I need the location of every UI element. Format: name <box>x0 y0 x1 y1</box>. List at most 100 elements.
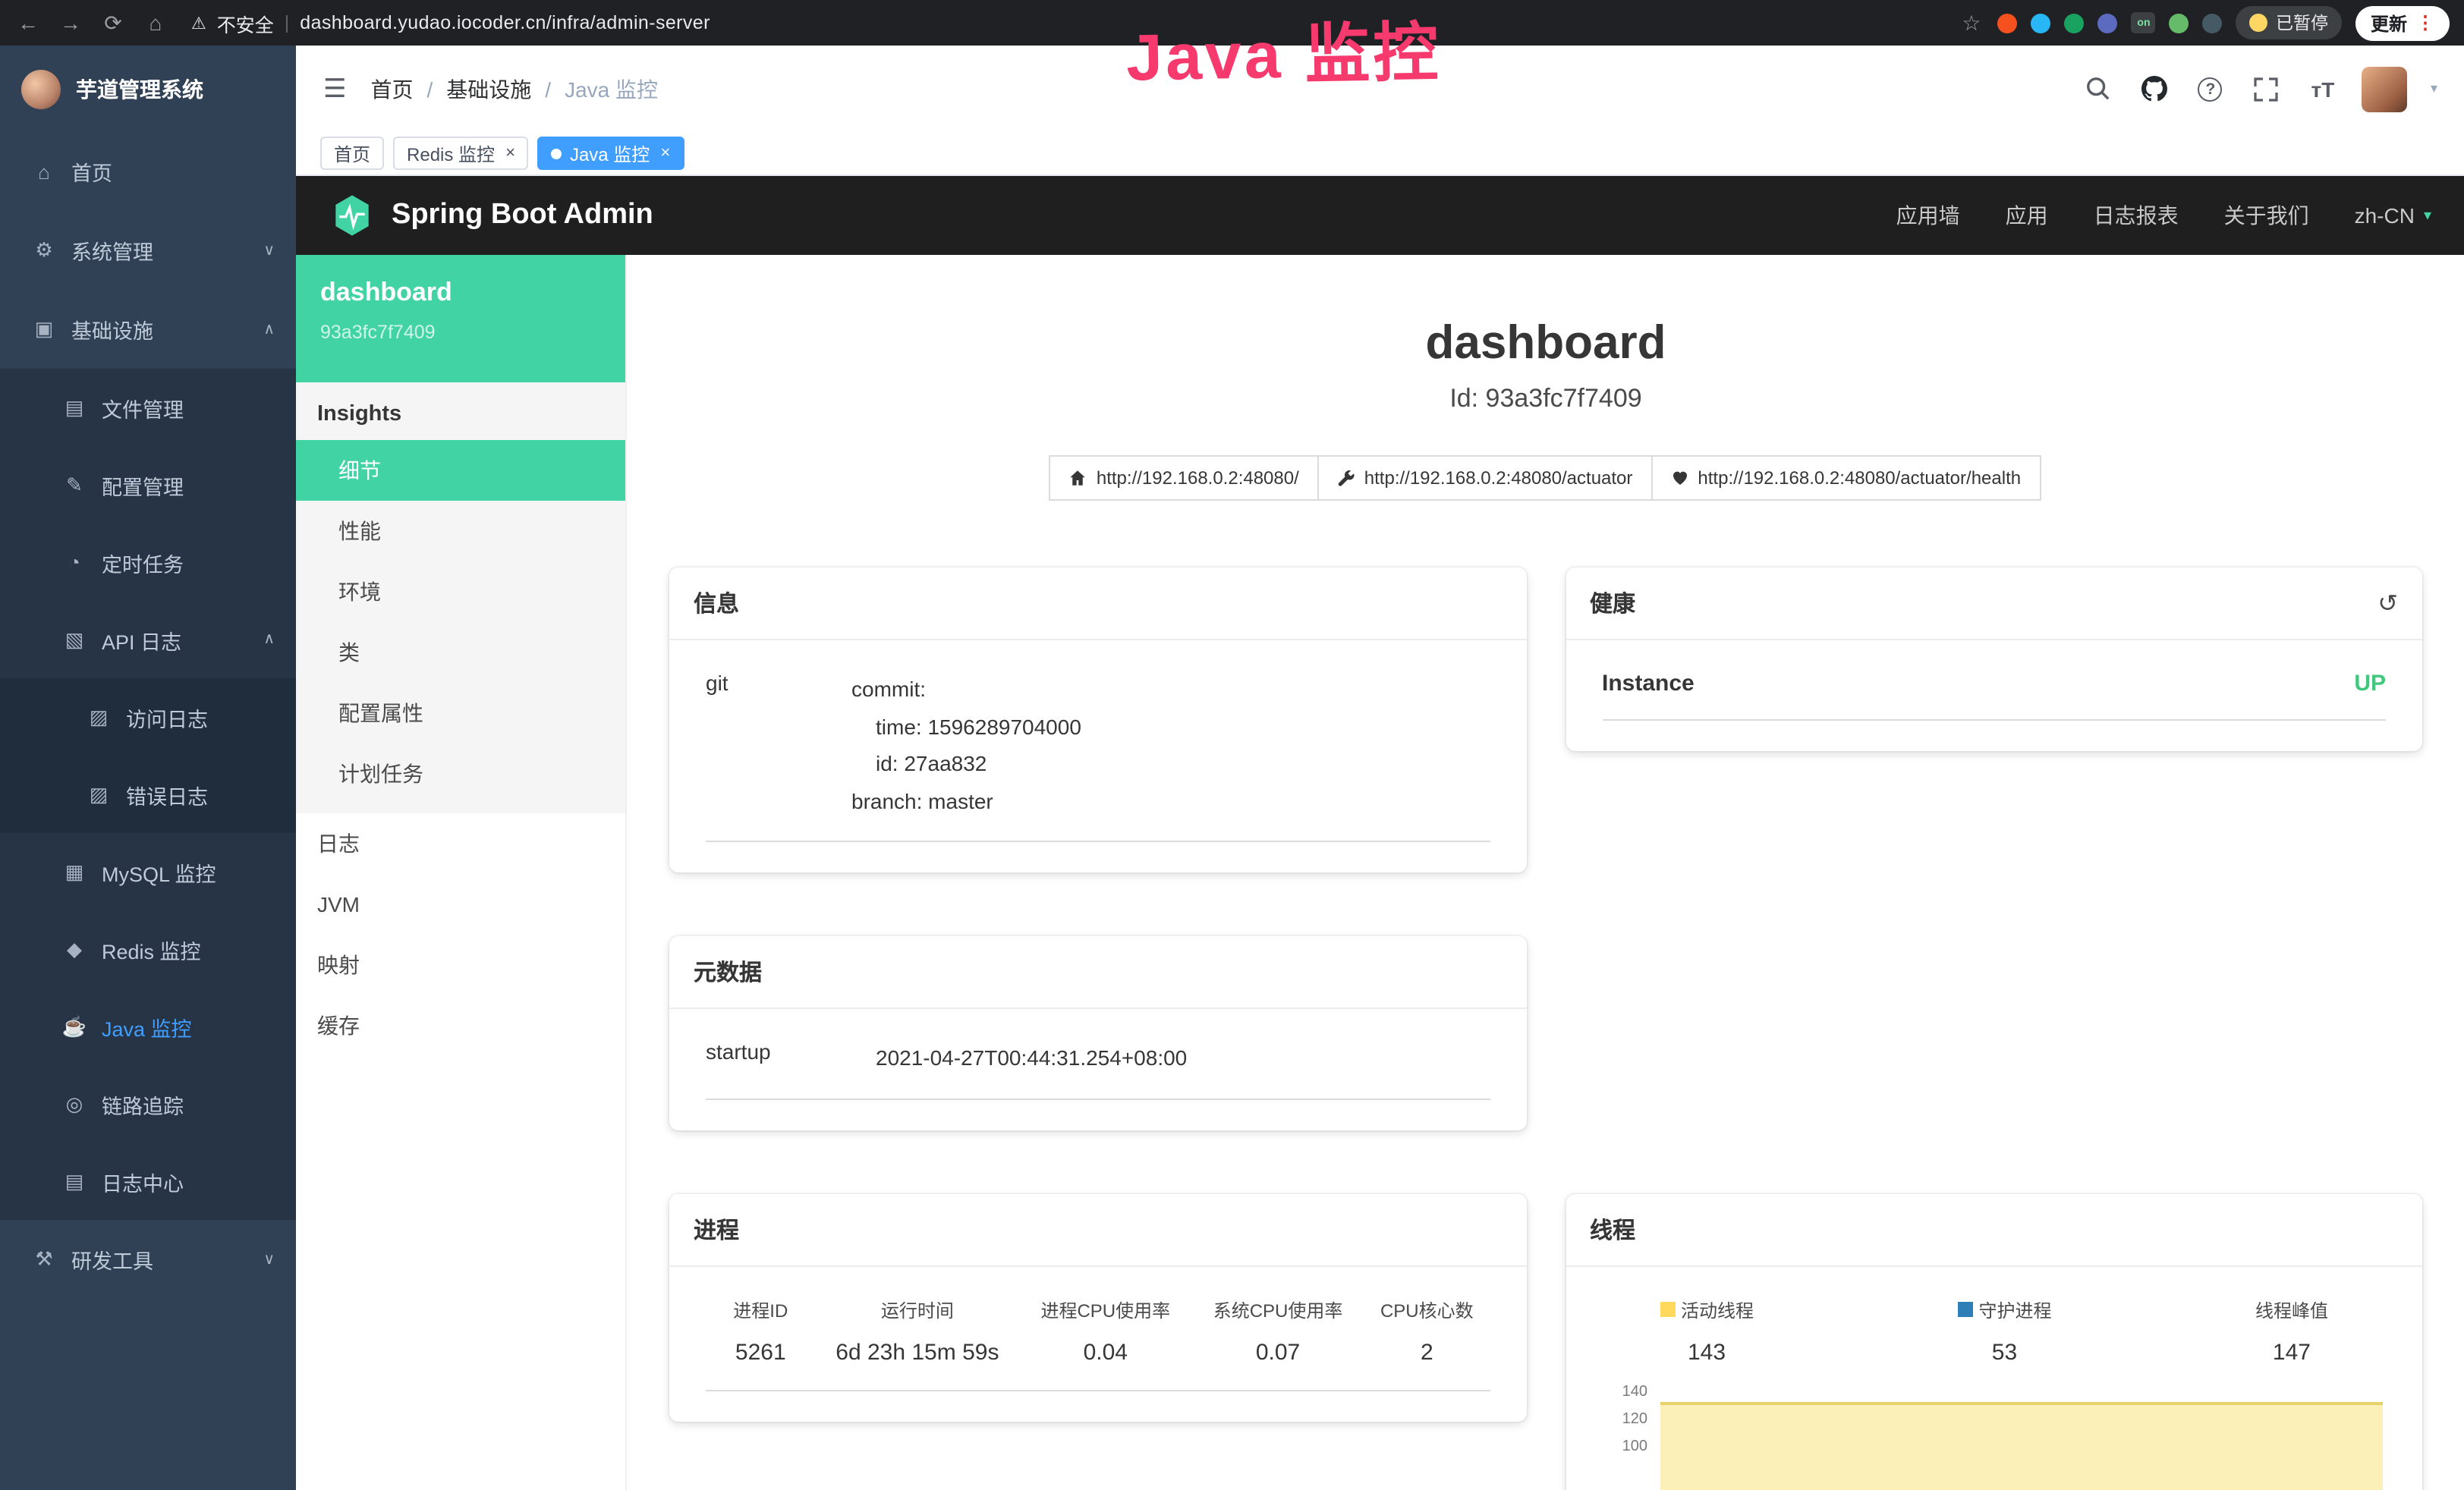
sidebar-item-file-manage[interactable]: ▤ 文件管理 <box>0 369 296 446</box>
address-url[interactable]: dashboard.yudao.iocoder.cn/infra/admin-s… <box>300 12 710 33</box>
app-logo[interactable]: 芋道管理系统 <box>0 46 296 132</box>
status-badge: UP <box>2354 671 2386 696</box>
locale-label: zh-CN <box>2355 203 2415 228</box>
sidebar-item-java-monitor[interactable]: ☕ Java 监控 <box>0 988 296 1065</box>
history-icon[interactable]: ↺ <box>2377 588 2398 618</box>
extension-icon-1[interactable] <box>1998 13 2018 33</box>
sba-menu-logs[interactable]: 日志 <box>296 813 625 874</box>
error-log-icon: ▨ <box>85 782 112 806</box>
access-log-icon: ▨ <box>85 705 112 729</box>
paused-chip[interactable]: 已暂停 <box>2236 6 2342 39</box>
sba-menu-metrics[interactable]: 性能 <box>296 501 625 561</box>
page-title: dashboard <box>627 316 2464 370</box>
sidebar-item-redis-monitor[interactable]: ◆ Redis 监控 <box>0 910 296 988</box>
sidebar-item-trace[interactable]: ◎ 链路追踪 <box>0 1065 296 1143</box>
legend-value: 147 <box>2255 1339 2328 1365</box>
java-icon: ☕ <box>61 1014 88 1039</box>
actuator-url-link[interactable]: http://192.168.0.2:48080/actuator <box>1317 455 1653 501</box>
close-icon[interactable]: × <box>660 144 670 162</box>
security-chip[interactable]: ⚠ 不安全 | dashboard.yudao.iocoder.cn/infra… <box>191 8 710 37</box>
sidebar-item-api-log[interactable]: ▧ API 日志 ∧ <box>0 601 296 678</box>
breadcrumb-infrastructure[interactable]: 基础设施 <box>446 74 531 104</box>
sba-nav-journal[interactable]: 日志报表 <box>2094 200 2179 231</box>
service-url-link[interactable]: http://192.168.0.2:48080/ <box>1049 455 1319 501</box>
breadcrumb-home[interactable]: 首页 <box>371 74 414 104</box>
actuator-url-label: http://192.168.0.2:48080/actuator <box>1364 467 1633 489</box>
forward-icon[interactable]: → <box>58 11 83 35</box>
github-icon[interactable] <box>2138 72 2171 105</box>
extension-on-badge[interactable]: on <box>2132 12 2156 33</box>
health-card-body: Instance UP <box>1566 640 2422 751</box>
sidebar-item-error-log[interactable]: ▨ 错误日志 <box>0 756 296 833</box>
breadcrumb-separator: / <box>427 77 433 101</box>
legend-daemon-threads: 守护进程 53 <box>1957 1297 2051 1365</box>
sidebar-item-label: MySQL 监控 <box>102 857 216 887</box>
help-icon-glyph: ? <box>2198 77 2223 101</box>
fullscreen-icon[interactable] <box>2250 72 2283 105</box>
metadata-key: startup <box>706 1039 876 1077</box>
user-avatar[interactable] <box>2362 66 2408 112</box>
health-url-link[interactable]: http://192.168.0.2:48080/actuator/health <box>1651 455 2041 501</box>
close-icon[interactable]: × <box>505 144 515 162</box>
viewport: ← → ⟳ ⌂ ⚠ 不安全 | dashboard.yudao.iocoder.… <box>0 0 2464 1490</box>
sidebar-item-label: 研发工具 <box>71 1244 153 1275</box>
font-size-icon[interactable]: тT <box>2306 72 2340 105</box>
info-card-body: git commit: time: 1596289704000 id: 27aa… <box>669 640 1526 872</box>
extension-icon-4[interactable] <box>2098 13 2118 33</box>
sba-nav-wallboard[interactable]: 应用墙 <box>1896 200 1960 231</box>
tab-redis-monitor[interactable]: Redis 监控 × <box>393 137 529 170</box>
home-nav-icon[interactable]: ⌂ <box>143 11 168 35</box>
sidebar-item-dev-tools[interactable]: ⚒ 研发工具 ∨ <box>0 1220 296 1299</box>
update-button[interactable]: 更新 ⋮ <box>2355 5 2450 40</box>
tab-java-monitor[interactable]: Java 监控 × <box>538 137 684 170</box>
sba-nav-applications[interactable]: 应用 <box>2006 200 2048 231</box>
locale-selector[interactable]: zh-CN ▾ <box>2355 203 2431 228</box>
sidebar-item-home[interactable]: ⌂ 首页 <box>0 132 296 211</box>
sba-menu-config-props[interactable]: 配置属性 <box>296 683 625 743</box>
sba-menu-classes[interactable]: 类 <box>296 622 625 683</box>
sba-nav-about[interactable]: 关于我们 <box>2224 200 2309 231</box>
sba-menu-jvm[interactable]: JVM <box>296 874 625 935</box>
sidebar-item-system[interactable]: ⚙ 系统管理 ∨ <box>0 211 296 290</box>
avatar-caret-icon[interactable]: ▾ <box>2431 80 2437 97</box>
stat-value: 0.07 <box>1191 1339 1364 1365</box>
browser-menu-icon[interactable]: ⋮ <box>2416 12 2434 33</box>
stat-label: 系统CPU使用率 <box>1191 1297 1364 1322</box>
stat-label: 进程ID <box>706 1297 816 1322</box>
fullscreen-icon-svg <box>2255 77 2279 101</box>
sidebar-item-infrastructure[interactable]: ▣ 基础设施 ∧ <box>0 290 296 369</box>
threads-chart: 140 120 100 <box>1602 1389 2386 1490</box>
y-axis-tick: 100 <box>1602 1438 1647 1454</box>
extension-icon-6[interactable] <box>2203 13 2223 33</box>
sidebar-item-access-log[interactable]: ▨ 访问日志 <box>0 678 296 756</box>
breadcrumb-separator: / <box>545 77 551 101</box>
service-url-label: http://192.168.0.2:48080/ <box>1097 467 1299 489</box>
sidebar-item-scheduled-task[interactable]: ◔ 定时任务 <box>0 523 296 601</box>
extension-icon-2[interactable] <box>2031 13 2051 33</box>
sidebar-item-mysql-monitor[interactable]: ▦ MySQL 监控 <box>0 833 296 910</box>
help-icon[interactable]: ? <box>2194 72 2227 105</box>
sba-menu-mappings[interactable]: 映射 <box>296 935 625 995</box>
tab-home[interactable]: 首页 <box>320 137 384 170</box>
search-icon[interactable] <box>2082 72 2115 105</box>
file-icon: ▤ <box>61 395 88 420</box>
back-icon[interactable]: ← <box>15 11 41 35</box>
extension-icon-5[interactable] <box>2170 13 2189 33</box>
sba-menu-scheduled-tasks[interactable]: 计划任务 <box>296 743 625 804</box>
sidebar-item-config-manage[interactable]: ✎ 配置管理 <box>0 446 296 523</box>
menu-fold-icon[interactable]: ☰ <box>323 74 347 104</box>
instance-header[interactable]: dashboard 93a3fc7f7409 <box>296 255 625 382</box>
sba-menu-caches[interactable]: 缓存 <box>296 995 625 1056</box>
infrastructure-icon: ▣ <box>30 317 58 341</box>
metadata-card-title: 元数据 <box>669 936 1526 1009</box>
sba-menu-environment[interactable]: 环境 <box>296 561 625 622</box>
sba-brand[interactable]: Spring Boot Admin <box>329 193 653 238</box>
sidebar-item-log-center[interactable]: ▤ 日志中心 <box>0 1143 296 1220</box>
sba-menu-details[interactable]: 细节 <box>296 440 625 501</box>
reload-icon[interactable]: ⟳ <box>100 10 126 36</box>
threads-chart-area <box>1660 1401 2383 1490</box>
legend-value: 53 <box>1957 1339 2051 1365</box>
bookmark-star-icon[interactable]: ☆ <box>1959 10 1984 36</box>
extension-icon-3[interactable] <box>2065 13 2085 33</box>
breadcrumb-current: Java 监控 <box>565 74 658 104</box>
